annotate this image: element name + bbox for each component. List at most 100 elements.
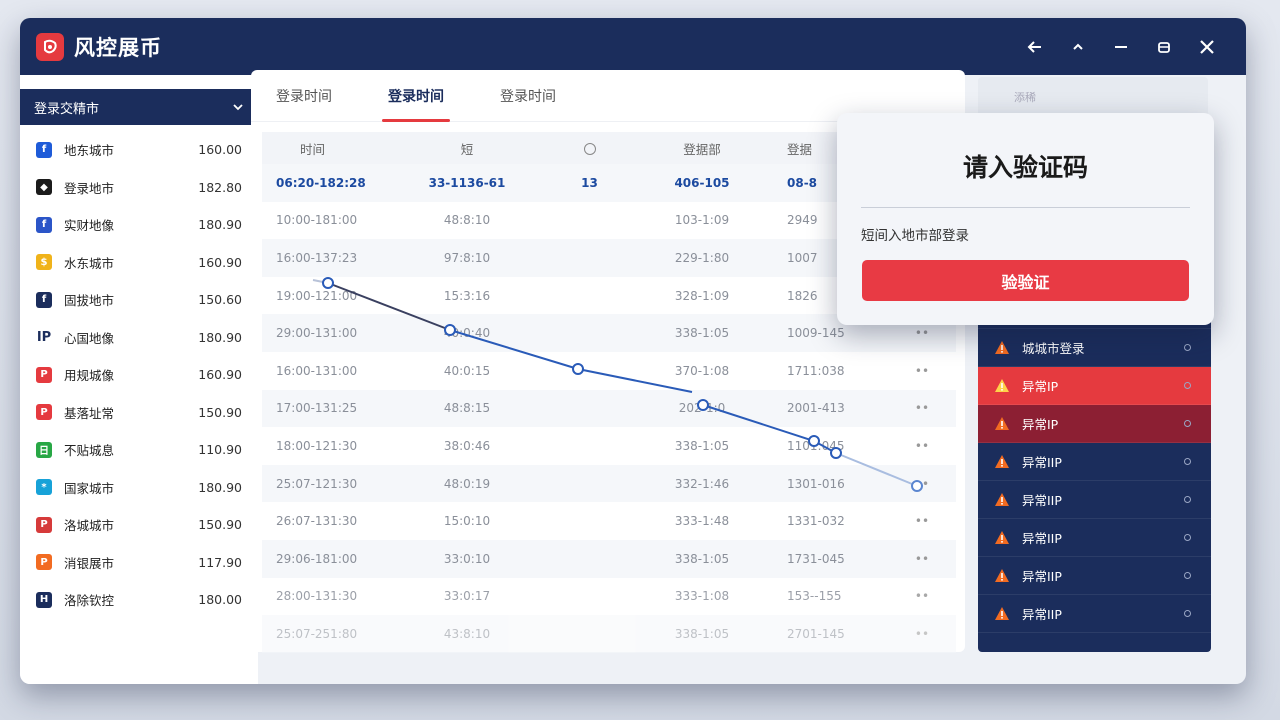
row-more-icon[interactable]: •• [897, 439, 947, 453]
sidebar-list: f 地东城市 160.00 ◆ 登录地市 182.80 f 实财地像 180.90 $ 水东城市 16… [20, 125, 258, 619]
sidebar: 登录交精市 f 地东城市 160.00 ◆ 登录地市 182.80 f 实财地像 180.90 $… [20, 75, 258, 684]
sidebar-item-label: 国家城市 [64, 480, 115, 496]
radio-dot-icon[interactable] [1184, 534, 1191, 541]
sidebar-item-label: 固拔地市 [64, 293, 115, 309]
table-cell: 06:20-182:28 [276, 175, 366, 190]
table-cell: 370-1:08 [674, 363, 730, 378]
row-more-icon[interactable]: •• [897, 514, 947, 528]
alert-item[interactable]: 异常IIP [978, 557, 1211, 595]
sidebar-item[interactable]: H 洛除钦控 180.00 [20, 581, 258, 619]
table-cell: 1009-145 [787, 326, 845, 341]
warning-icon [995, 492, 1009, 506]
table-cell: 19:00-121:00 [276, 288, 358, 303]
sidebar-item[interactable]: IP 心国地像 180.90 [20, 319, 258, 357]
row-more-icon[interactable]: •• [897, 552, 947, 566]
table-cell: 48:0:19 [443, 476, 491, 491]
table-row[interactable]: 28:00-131:30 33:0:17 333-1:08 153--155 •• [262, 578, 956, 616]
sidebar-item[interactable]: * 国家城市 180.90 [20, 469, 258, 507]
table-row[interactable]: 18:00-121:30 38:0:46 338-1:05 1101:045 •• [262, 427, 956, 465]
tab-login-time[interactable]: 登录时间 [500, 70, 556, 122]
row-more-icon[interactable]: •• [897, 401, 947, 415]
radio-dot-icon[interactable] [1184, 610, 1191, 617]
circle-icon [583, 143, 596, 155]
sidebar-item-label: 不贴城息 [64, 443, 115, 459]
sidebar-item[interactable]: P 消银展市 117.90 [20, 544, 258, 582]
table-cell: 97:8:10 [443, 250, 491, 265]
radio-dot-icon[interactable] [1184, 420, 1191, 427]
radio-dot-icon[interactable] [1184, 382, 1191, 389]
sidebar-item-label: 水东城市 [64, 255, 115, 271]
table-cell: 40:0:40 [443, 326, 491, 341]
table-cell: 338-1:05 [674, 438, 730, 453]
sidebar-item[interactable]: f 固拔地市 150.60 [20, 281, 258, 319]
chevron-up-icon[interactable] [1056, 27, 1099, 67]
warning-icon [995, 568, 1009, 582]
sidebar-item-label: 洛除钦控 [64, 593, 115, 609]
table-cell: 40:0:15 [443, 363, 491, 378]
table-cell: 1731-045 [787, 551, 845, 566]
table-cell: 25:07-121:30 [276, 476, 358, 491]
alert-item[interactable]: 异常IIP [978, 443, 1211, 481]
sidebar-item[interactable]: 日不贴城息 110.90 [20, 431, 258, 469]
table-row[interactable]: 17:00-131:25 48:8:15 202-1:0 2001-413 •• [262, 389, 956, 428]
table-cell: 26:07-131:30 [276, 514, 358, 529]
warning-icon [995, 416, 1009, 430]
sidebar-item[interactable]: ◆ 登录地市 182.80 [20, 169, 258, 207]
sidebar-item[interactable]: P 基落址常 150.90 [20, 394, 258, 432]
table-cell: 48:8:15 [443, 401, 491, 416]
table-cell: 153--155 [787, 589, 842, 604]
col-header-short: 短 [460, 141, 474, 157]
sidebar-item[interactable]: P 洛城城市 150.90 [20, 506, 258, 544]
table-cell: 338-1:05 [674, 626, 730, 641]
row-more-icon[interactable]: •• [897, 364, 947, 378]
table-row[interactable]: 26:07-131:30 15:0:10 333-1:48 1331-032 •• [262, 502, 956, 540]
sidebar-dropdown[interactable]: 登录交精市 [20, 89, 258, 125]
table-cell: 338-1:05 [674, 551, 730, 566]
sidebar-item[interactable]: P 用规城像 160.90 [20, 356, 258, 394]
row-more-icon[interactable]: •• [897, 477, 947, 491]
warning-icon [995, 340, 1009, 354]
alert-item[interactable]: 城城市登录 [978, 329, 1211, 367]
sidebar-item[interactable]: $ 水东城市 160.90 [20, 244, 258, 282]
radio-dot-icon[interactable] [1184, 496, 1191, 503]
sidebar-item[interactable]: f 地东城市 160.00 [20, 131, 258, 169]
radio-dot-icon[interactable] [1184, 458, 1191, 465]
right-toolbar-label: 添稀 [1014, 91, 1036, 104]
table-cell: 38:0:46 [443, 438, 491, 453]
market-icon: f [36, 291, 52, 308]
app-logo-icon [36, 32, 64, 61]
app-title: 风控展币 [74, 35, 162, 60]
table-row[interactable]: 16:00-131:00 40:0:15 370-1:08 1711:038 •• [262, 352, 956, 390]
sidebar-item-label: 基落址常 [64, 405, 115, 421]
table-row[interactable]: 29:06-181:00 33:0:10 338-1:05 1731-045 •• [262, 539, 956, 578]
table-cell: 1101:045 [787, 438, 845, 453]
alert-item[interactable]: 异常IIP [978, 481, 1211, 519]
col-header-icon [542, 141, 637, 156]
tab-login-time[interactable]: 登录时间 [382, 70, 450, 122]
sidebar-item-label: 消银展市 [64, 555, 115, 571]
alert-item[interactable]: 异常IIP [978, 595, 1211, 633]
table-cell: 48:8:10 [443, 213, 491, 228]
table-cell: 10:00-181:00 [276, 213, 358, 228]
radio-dot-icon[interactable] [1184, 344, 1191, 351]
sidebar-item-value: 182.80 [198, 179, 242, 195]
close-icon[interactable] [1185, 27, 1228, 67]
row-more-icon[interactable]: •• [897, 326, 947, 340]
row-more-icon[interactable]: •• [897, 589, 947, 603]
sidebar-item[interactable]: f 实财地像 180.90 [20, 206, 258, 244]
alert-item[interactable]: 异常IP [978, 367, 1211, 405]
radio-dot-icon[interactable] [1184, 572, 1191, 579]
alert-item[interactable]: 异常IP [978, 405, 1211, 443]
dialog-title: 请入验证码 [962, 153, 1088, 182]
back-arrow-icon[interactable] [1013, 27, 1056, 67]
table-row[interactable]: 25:07-251:80 43:8:10 338-1:05 2701-145 •• [262, 615, 956, 653]
restore-icon[interactable] [1142, 27, 1185, 67]
verify-button[interactable]: 验验证 [862, 260, 1189, 301]
row-more-icon[interactable]: •• [897, 627, 947, 641]
minimize-icon[interactable] [1099, 27, 1142, 67]
table-row[interactable]: 25:07-121:30 48:0:19 332-1:46 1301-016 •• [262, 464, 956, 503]
tab-login-time[interactable]: 登录时间 [276, 70, 332, 122]
table-cell: 33:0:10 [443, 551, 491, 566]
table-cell: 333-1:08 [674, 589, 730, 604]
alert-item[interactable]: 异常IIP [978, 519, 1211, 557]
